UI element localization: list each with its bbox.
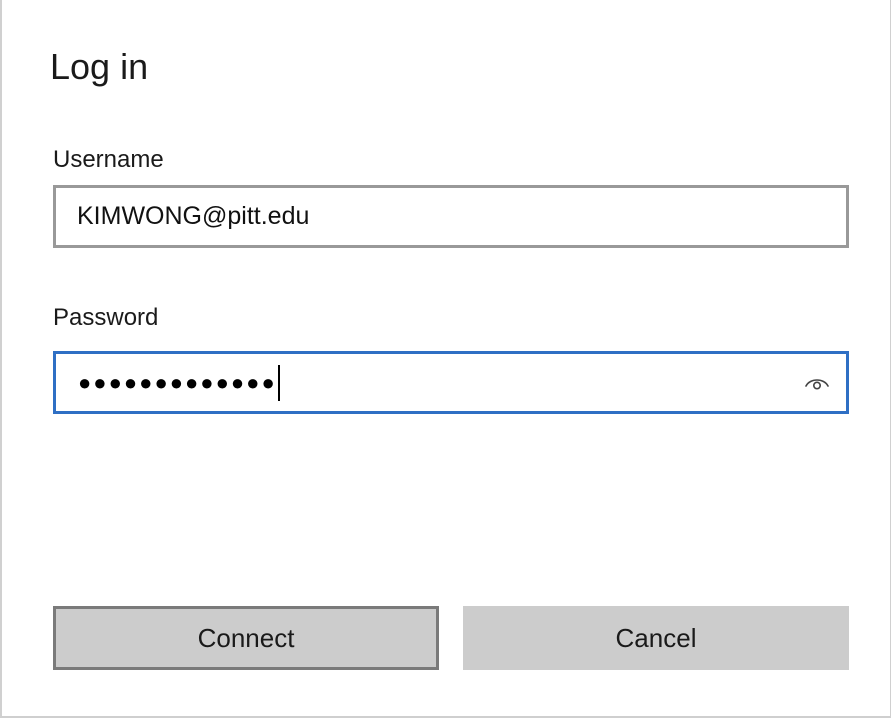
eye-icon-glyph (805, 378, 829, 390)
password-label: Password (53, 304, 159, 331)
dialog-title: Log in (50, 46, 149, 87)
username-label: Username (53, 146, 164, 173)
eye-icon[interactable] (802, 371, 832, 395)
username-value: KIMWONG@pitt.edu (77, 202, 310, 230)
login-dialog: Log in Username KIMWONG@pitt.edu Passwor… (0, 0, 891, 718)
username-field[interactable]: KIMWONG@pitt.edu (53, 185, 849, 248)
text-caret (277, 364, 280, 401)
password-masked-value: ●●●●●●●●●●●●● (78, 369, 277, 395)
connect-button[interactable]: Connect (53, 606, 439, 670)
password-field[interactable]: ●●●●●●●●●●●●● (53, 351, 849, 414)
cancel-button[interactable]: Cancel (463, 606, 849, 670)
